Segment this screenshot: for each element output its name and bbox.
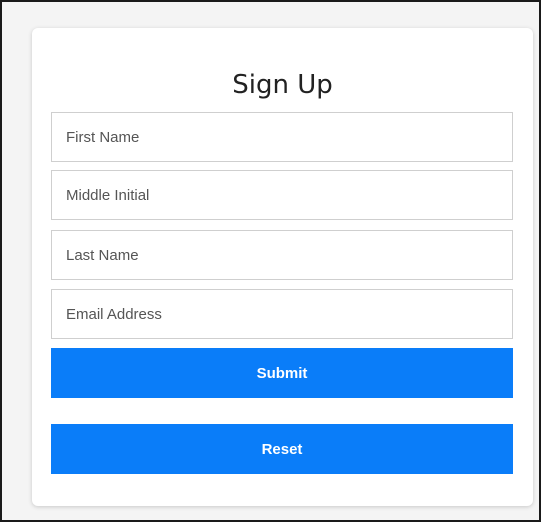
window-frame: Sign Up Submit Reset <box>0 0 541 522</box>
submit-button[interactable]: Submit <box>51 348 513 398</box>
reset-button[interactable]: Reset <box>51 424 513 474</box>
email-address-input[interactable] <box>51 289 513 339</box>
last-name-input[interactable] <box>51 230 513 280</box>
page-title: Sign Up <box>232 70 333 100</box>
signup-card: Sign Up Submit Reset <box>32 28 533 506</box>
first-name-input[interactable] <box>51 112 513 162</box>
middle-initial-input[interactable] <box>51 170 513 220</box>
